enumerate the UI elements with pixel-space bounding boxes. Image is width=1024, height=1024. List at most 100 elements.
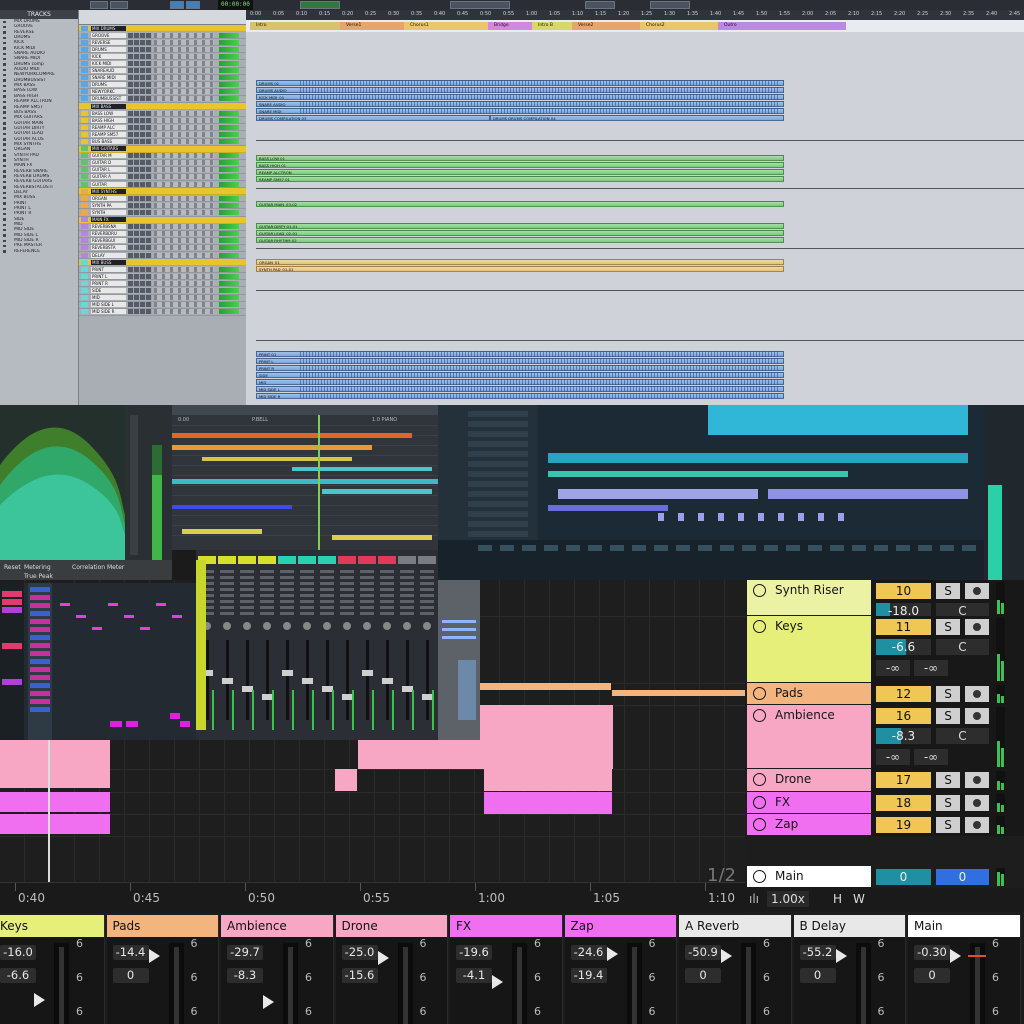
track-header-row[interactable]: SYNTH PA: [79, 202, 246, 210]
insert-slots[interactable]: [154, 60, 214, 66]
insert-slots[interactable]: [154, 231, 214, 237]
insert-slots[interactable]: [154, 68, 214, 74]
fader-handle-icon[interactable]: [950, 949, 961, 963]
insert-slots[interactable]: [154, 167, 214, 173]
track-header-row[interactable]: BASS HIGH: [79, 117, 246, 125]
track-name[interactable]: DRUMS: [91, 46, 126, 52]
track-number[interactable]: 17: [876, 772, 931, 788]
track-list-item[interactable]: REFERENCE: [0, 249, 78, 254]
track-name[interactable]: KICK: [91, 53, 126, 59]
track-state-buttons[interactable]: [128, 32, 152, 38]
track-name[interactable]: SIDE: [91, 287, 126, 293]
record-arm-button[interactable]: [965, 619, 989, 635]
strip-name[interactable]: B Delay: [793, 915, 905, 937]
arrangement-clip[interactable]: [612, 690, 745, 696]
insert-slots[interactable]: [154, 273, 214, 279]
fader-handle-icon[interactable]: [606, 947, 618, 961]
play-button[interactable]: [110, 1, 128, 9]
volume-value[interactable]: 0: [799, 968, 836, 983]
track-header-row[interactable]: KICK MIDI: [79, 60, 246, 68]
mixer-strip-a-reverb[interactable]: A Reverb -50.9 0 6 6 6: [679, 915, 792, 1024]
track-state-buttons[interactable]: [128, 82, 152, 88]
pan-control[interactable]: C: [936, 728, 989, 744]
track-state-buttons[interactable]: [128, 245, 152, 251]
track-name[interactable]: DRUMBUSSIST: [91, 96, 126, 102]
send-a-value[interactable]: -∞: [876, 749, 910, 765]
strip-name[interactable]: A Reverb: [679, 915, 791, 937]
track-state-buttons[interactable]: [128, 139, 152, 144]
track-state-buttons[interactable]: [128, 89, 152, 95]
track-name[interactable]: REVERBSTA: [91, 245, 126, 251]
track-state-buttons[interactable]: [128, 96, 152, 102]
insert-slots[interactable]: [154, 46, 214, 52]
strip-name[interactable]: Zap: [564, 915, 676, 937]
track-header-row[interactable]: MIX BASS: [79, 103, 246, 111]
grid-button[interactable]: [650, 1, 690, 9]
solo-button[interactable]: S: [936, 686, 960, 702]
fader-handle-icon[interactable]: [263, 995, 274, 1009]
insert-slots[interactable]: [154, 160, 214, 166]
track-state-buttons[interactable]: [128, 39, 152, 45]
volume-fader[interactable]: [54, 943, 69, 1024]
audio-clip[interactable]: GUITAR RHYTHM 02: [256, 237, 784, 243]
insert-slots[interactable]: [154, 117, 214, 123]
strip-name[interactable]: FX: [450, 915, 562, 937]
mixer-strip-main[interactable]: Main -0.30 0 6 6 6: [908, 915, 1021, 1024]
track-header-row[interactable]: REVERSE: [79, 39, 246, 47]
volume-value[interactable]: -4.1: [456, 968, 492, 983]
track-name[interactable]: MID: [91, 295, 126, 301]
track-header-row[interactable]: MAIN FX: [79, 216, 246, 224]
audio-clip[interactable]: DRUMS COMPILATION 03: [256, 115, 490, 121]
arrangement-lane[interactable]: [0, 814, 745, 837]
audio-clip[interactable]: GUITAR LEAD_02-01: [256, 230, 784, 236]
track-name[interactable]: PRINT L: [91, 273, 126, 279]
volume-fader[interactable]: [397, 943, 413, 1024]
track-name[interactable]: MIX SYNTHS: [91, 188, 126, 194]
mixer-strip-pads[interactable]: Pads -14.4 0 6 6 6: [106, 915, 219, 1024]
marker-verse1[interactable]: Verse1: [340, 22, 404, 30]
fold-toggle-icon[interactable]: [753, 870, 766, 883]
insert-slots[interactable]: [154, 295, 214, 301]
insert-slots[interactable]: [154, 195, 214, 201]
strip-name[interactable]: Pads: [106, 915, 218, 937]
send-b-value[interactable]: -∞: [914, 660, 948, 676]
track-state-buttons[interactable]: [128, 266, 152, 272]
zoom-factor[interactable]: 1.00x: [767, 891, 809, 907]
track-header-row[interactable]: SYNTH: [79, 209, 246, 217]
track-state-buttons[interactable]: [128, 181, 152, 187]
track-number[interactable]: 11: [876, 619, 931, 635]
insert-slots[interactable]: [154, 309, 214, 315]
track-state-buttons[interactable]: [128, 252, 152, 258]
insert-slots[interactable]: [154, 280, 214, 286]
track-state-buttons[interactable]: [128, 75, 152, 81]
tool-button[interactable]: [170, 1, 184, 9]
track-state-buttons[interactable]: [128, 124, 152, 130]
track-state-buttons[interactable]: [128, 53, 152, 59]
track-name[interactable]: GROOVE: [91, 32, 126, 38]
fold-toggle-icon[interactable]: [753, 709, 766, 722]
insert-slots[interactable]: [154, 181, 214, 187]
insert-slots[interactable]: [154, 75, 214, 81]
track-name[interactable]: MID SIDE R: [91, 309, 126, 315]
reset-label[interactable]: Reset: [4, 564, 21, 571]
track-name[interactable]: REVERBDRU: [91, 231, 126, 237]
mixer-strip-zap[interactable]: Zap -24.6 -19.4 6 6 6: [564, 915, 677, 1024]
mixer-strip-fx[interactable]: FX -19.6 -4.1 6 6 6: [450, 915, 563, 1024]
volume-control[interactable]: -6.6: [876, 639, 931, 655]
track-state-buttons[interactable]: [128, 167, 152, 173]
pan-control[interactable]: C: [936, 639, 989, 655]
track-header-row[interactable]: BASS LOW: [79, 110, 246, 118]
audio-clip[interactable]: DRUMS DRUMS COMPILATION 04: [490, 115, 784, 121]
track-name[interactable]: GUITAR L: [91, 167, 126, 173]
main-volume-box[interactable]: 0: [876, 869, 931, 885]
fold-toggle-icon[interactable]: [753, 687, 766, 700]
track-state-buttons[interactable]: [128, 287, 152, 293]
volume-control[interactable]: -8.3: [876, 728, 931, 744]
track-state-buttons[interactable]: [128, 295, 152, 301]
track-header-row[interactable]: DRUMBUSSIST: [79, 96, 246, 104]
volume-value[interactable]: -6.6: [0, 968, 36, 983]
track-state-buttons[interactable]: [128, 60, 152, 66]
solo-button[interactable]: S: [936, 817, 960, 833]
volume-fader[interactable]: [168, 943, 184, 1024]
track-number[interactable]: 10: [876, 583, 931, 599]
